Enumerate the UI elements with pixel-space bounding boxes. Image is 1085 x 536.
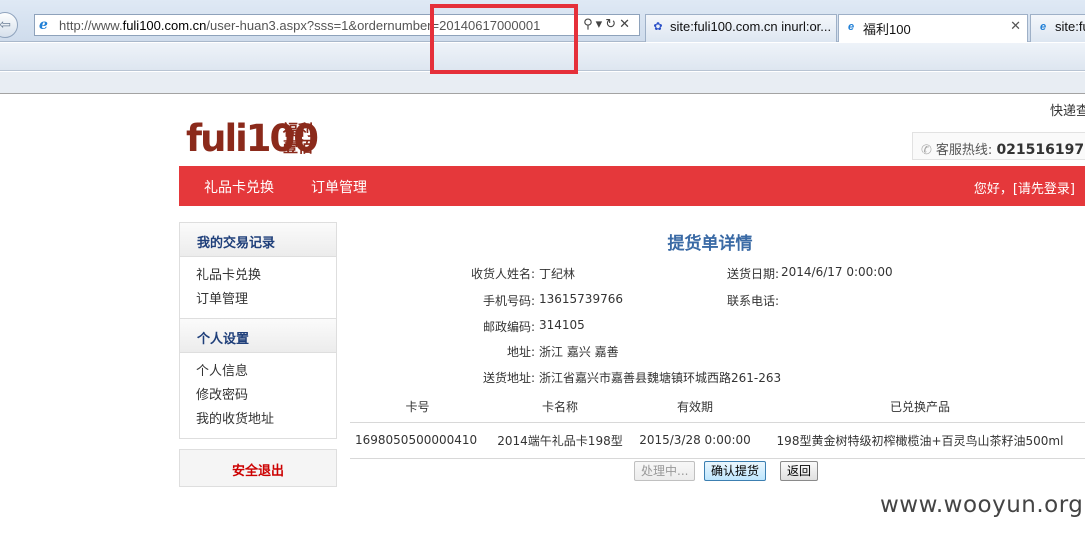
browser-command-bar: [0, 72, 1085, 94]
receiver-value: 丁纪林: [539, 267, 576, 281]
tab-search[interactable]: ✿ site:fuli100.com.cn inurl:or...: [645, 14, 837, 42]
close-icon[interactable]: ✕: [619, 17, 633, 32]
zip-label: 邮政编码:: [482, 320, 535, 334]
column-header: 卡号: [405, 400, 430, 415]
sidebar-item-address[interactable]: 我的收货地址: [196, 408, 336, 432]
tab-site-fu[interactable]: e site:fu: [1030, 14, 1085, 42]
card-number-cell: 1698050500000410: [350, 421, 485, 459]
column-header: 已兑换产品: [889, 400, 950, 415]
card-table: 卡号 卡名称 有效期 已兑换产品 1698050500000410 2014端午…: [350, 392, 1085, 459]
sidebar-section-title: 我的交易记录: [180, 223, 336, 257]
sidebar: 我的交易记录 礼品卡兑换 订单管理 个人设置 个人信息 修改密码 我的收货地址: [179, 222, 337, 439]
phone-label: 联系电话:: [727, 294, 780, 308]
column-header: 卡名称: [541, 400, 578, 415]
main-nav: 礼品卡兑换 订单管理 您好，[请先登录]: [179, 166, 1085, 206]
mobile-label: 手机号码:: [482, 294, 535, 308]
delivery-value: 浙江省嘉兴市嘉善县魏塘镇环城西路261-263: [539, 371, 782, 385]
nav-item-gift-card[interactable]: 礼品卡兑换: [204, 177, 274, 197]
ie-logo-icon: e: [39, 17, 48, 33]
receiver-label: 收货人姓名:: [470, 267, 535, 281]
sidebar-section-trades: 我的交易记录 礼品卡兑换 订单管理 个人设置 个人信息 修改密码 我的收货地址: [179, 222, 337, 439]
sidebar-item-profile[interactable]: 个人信息: [196, 360, 336, 384]
logout-button[interactable]: 安全退出: [179, 449, 337, 487]
card-name-cell: 2014端午礼品卡198型: [485, 421, 635, 459]
watermark: www.wooyun.org: [880, 492, 1084, 518]
search-icon[interactable]: ⚲: [583, 17, 596, 32]
arrow-left-icon: ⇦: [0, 17, 11, 33]
mobile-value: 13615739766: [539, 292, 623, 306]
page-title: 提货单详情: [667, 234, 753, 254]
hotline-number: 02151619780: [996, 142, 1085, 158]
ie-page-icon: e: [847, 21, 855, 33]
tab-fuli100[interactable]: e 福利100 ✕: [838, 14, 1028, 42]
sidebar-item-password[interactable]: 修改密码: [196, 384, 336, 408]
dropdown-icon[interactable]: ▾: [596, 17, 606, 32]
table-row: 1698050500000410 2014端午礼品卡198型 2015/3/28…: [350, 421, 1085, 459]
address-label: 地址:: [506, 345, 535, 359]
back-button[interactable]: ⇦: [0, 12, 18, 38]
sidebar-item-gift-card[interactable]: 礼品卡兑换: [196, 264, 336, 288]
column-header: 有效期: [676, 400, 713, 415]
ie-page-icon: e: [1039, 21, 1047, 33]
expiry-cell: 2015/3/28 0:00:00: [635, 421, 755, 459]
quick-link[interactable]: 快递查: [1050, 100, 1085, 119]
login-link[interactable]: [请先登录]: [1013, 182, 1075, 197]
highlight-box: [430, 4, 578, 74]
confirm-delivery-button[interactable]: 确认提货: [704, 461, 767, 481]
nav-greeting: 您好，[请先登录]: [973, 182, 1075, 197]
product-cell: 198型黄金树特级初榨橄榄油+百灵鸟山茶籽油500ml: [755, 421, 1085, 459]
refresh-icon[interactable]: ↻: [605, 17, 619, 32]
back-button[interactable]: 返回: [780, 461, 819, 481]
date-value: 2014/6/17 0:00:00: [781, 265, 893, 279]
close-tab-icon[interactable]: ✕: [1010, 18, 1021, 34]
processing-button: 处理中...: [634, 461, 696, 481]
zip-value: 314105: [539, 318, 585, 332]
paw-icon: ✿: [653, 21, 663, 33]
url-actions: ⚲▾↻✕: [583, 17, 633, 32]
phone-icon: ✆: [921, 143, 932, 158]
sidebar-item-orders[interactable]: 订单管理: [196, 288, 336, 312]
date-label: 送货日期:: [727, 267, 780, 281]
nav-item-orders[interactable]: 订单管理: [311, 177, 367, 197]
hotline-box: ✆客服热线: 02151619780: [912, 132, 1085, 160]
delivery-label: 送货地址:: [482, 371, 535, 385]
hotline-label: 客服热线:: [935, 143, 993, 158]
address-value: 浙江 嘉兴 嘉善: [539, 345, 619, 359]
sidebar-section-title: 个人设置: [180, 319, 336, 353]
logo-chinese: 福利壹佰: [283, 121, 314, 156]
